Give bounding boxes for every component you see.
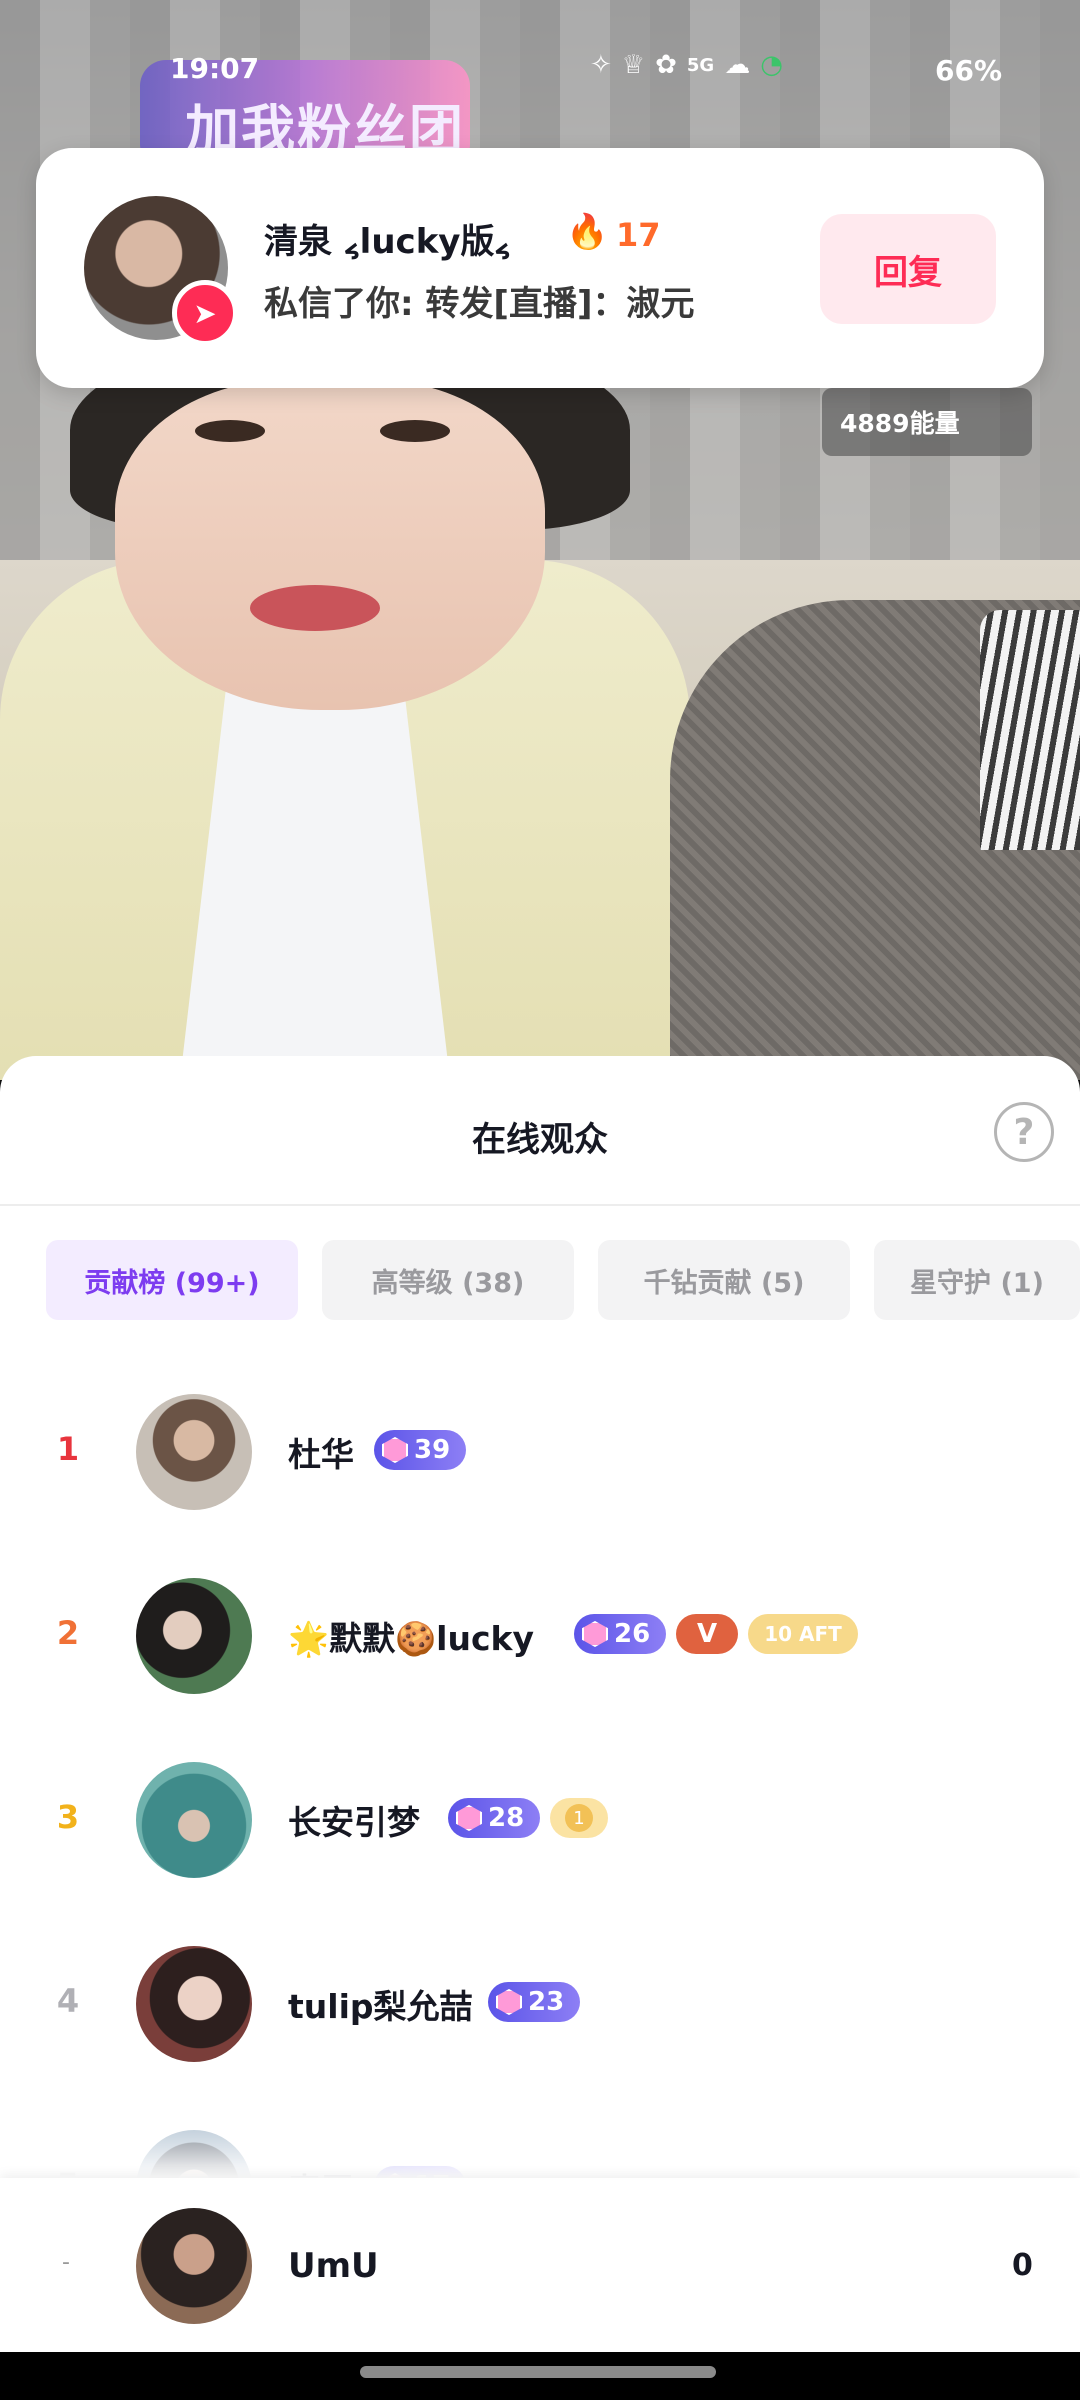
medal-badge: 1 bbox=[550, 1798, 608, 1838]
battery-level: 66% bbox=[935, 54, 1003, 87]
weather-icon: ☁ bbox=[724, 50, 751, 80]
level-value: 23 bbox=[528, 1987, 565, 2017]
rank-number: 1 bbox=[56, 1430, 80, 1468]
guest-collar bbox=[980, 610, 1080, 850]
level-value: 26 bbox=[614, 1619, 651, 1649]
rank-number: 2 bbox=[56, 1614, 80, 1652]
tab-diamond-contribution[interactable]: 千钻贡献 (5) bbox=[598, 1240, 850, 1320]
tab-contribution[interactable]: 贡献榜 (99+) bbox=[46, 1240, 298, 1320]
pet-icon: ✿ bbox=[655, 50, 677, 80]
avatar[interactable] bbox=[136, 1762, 252, 1878]
list-item[interactable]: 4 tulip梨允喆 23 bbox=[0, 1942, 1080, 2062]
badge-group: 26 V 10 AFT bbox=[574, 1614, 858, 1654]
gem-icon bbox=[382, 1437, 408, 1463]
rank-number: 4 bbox=[56, 1982, 80, 2020]
reply-button[interactable]: 回复 bbox=[820, 214, 996, 324]
rank-number: 3 bbox=[56, 1798, 80, 1836]
bubble-icon: ◔ bbox=[760, 50, 783, 80]
my-rank: - bbox=[62, 2250, 70, 2275]
gem-icon bbox=[496, 1989, 522, 2015]
audience-tabs: 贡献榜 (99+) 高等级 (38) 千钻贡献 (5) 星守护 (1) bbox=[46, 1240, 1080, 1320]
gem-icon bbox=[582, 1621, 608, 1647]
streamer-face bbox=[115, 380, 545, 710]
avatar[interactable] bbox=[136, 1946, 252, 2062]
level-badge: 26 bbox=[574, 1614, 666, 1654]
my-ranking-row[interactable]: - UmU 0 bbox=[0, 2178, 1080, 2352]
viewer-name: 长安引梦 bbox=[288, 1803, 420, 1842]
notification-message: 私信了你: 转发[直播]：淑元 bbox=[264, 284, 695, 324]
trophy-icon: ♕ bbox=[621, 50, 646, 80]
list-item[interactable]: 2 🌟默默🍪lucky 26 V 10 AFT bbox=[0, 1574, 1080, 1694]
viewer-name: 🌟默默🍪lucky bbox=[288, 1619, 535, 1658]
home-indicator[interactable] bbox=[360, 2366, 716, 2378]
avatar[interactable] bbox=[136, 2208, 252, 2324]
avatar[interactable] bbox=[136, 1394, 252, 1510]
viewer-name: 杜华 bbox=[288, 1435, 354, 1474]
send-arrow-icon: ➤ bbox=[172, 280, 238, 346]
viewer-name: tulip梨允喆 bbox=[288, 1987, 473, 2026]
tab-high-level[interactable]: 高等级 (38) bbox=[322, 1240, 574, 1320]
tab-star-guard[interactable]: 星守护 (1) bbox=[874, 1240, 1080, 1320]
streak-count: 17 bbox=[616, 216, 661, 254]
sparkle-icon: ✧ bbox=[590, 50, 612, 80]
level-badge: 28 bbox=[448, 1798, 540, 1838]
message-notification[interactable]: ➤ 清泉 ៹lucky版៹ 🔥 17 私信了你: 转发[直播]：淑元 回复 bbox=[36, 148, 1044, 388]
badge-group: 28 1 bbox=[448, 1798, 608, 1838]
level-value: 39 bbox=[414, 1435, 451, 1465]
badge-group: 39 bbox=[374, 1430, 466, 1470]
medal-value: 1 bbox=[565, 1804, 593, 1832]
level-value: 28 bbox=[488, 1803, 525, 1833]
sender-name: 清泉 ៹lucky版៹ bbox=[264, 222, 511, 262]
gem-icon bbox=[456, 1805, 482, 1831]
status-icons: ✧ ♕ ✿ 5G ☁ ◔ bbox=[590, 50, 783, 80]
help-icon[interactable]: ? bbox=[994, 1102, 1054, 1162]
sheet-title: 在线观众 bbox=[472, 1120, 608, 1160]
streamer-eye-right bbox=[380, 420, 450, 442]
my-score: 0 bbox=[1012, 2248, 1033, 2283]
list-item[interactable]: 3 长安引梦 28 1 bbox=[0, 1758, 1080, 1878]
signal-5g-icon: 5G bbox=[686, 54, 715, 76]
list-item[interactable]: 1 杜华 39 bbox=[0, 1390, 1080, 1510]
divider bbox=[0, 1204, 1080, 1206]
status-time: 19:07 bbox=[170, 52, 260, 85]
level-badge: 23 bbox=[488, 1982, 580, 2022]
energy-value: 4889能量 bbox=[840, 409, 960, 438]
fan-club-badge: 10 AFT bbox=[748, 1614, 858, 1654]
my-name: UmU bbox=[288, 2246, 379, 2286]
streamer-eye-left bbox=[195, 420, 265, 442]
badge-group: 23 bbox=[488, 1982, 580, 2022]
fire-icon: 🔥 bbox=[566, 212, 609, 252]
list-fade bbox=[0, 2098, 1080, 2178]
avatar[interactable] bbox=[136, 1578, 252, 1694]
streamer-lips bbox=[250, 585, 380, 631]
level-badge: 39 bbox=[374, 1430, 466, 1470]
vip-badge: V bbox=[676, 1614, 738, 1654]
